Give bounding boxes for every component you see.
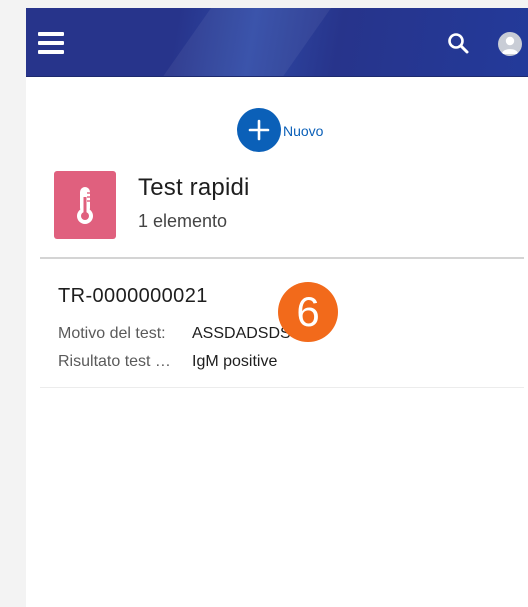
new-record-button[interactable] [237,108,281,152]
hamburger-menu-icon[interactable] [38,32,66,54]
step-number-badge: 6 [278,282,338,342]
record-field-result: Risultato test … IgM positive [58,353,277,371]
new-record-action[interactable]: Nuovo [237,107,323,153]
thermometer-icon [54,171,116,239]
field-label: Risultato test … [58,353,171,370]
plus-icon [248,119,270,141]
app-header [26,8,528,77]
field-label: Motivo del test: [58,325,166,342]
field-value: ASSDADSDS [192,325,291,342]
record-id-link[interactable]: TR-0000000021 [58,285,208,308]
search-icon[interactable] [446,31,470,55]
list-title: Test rapidi [138,174,250,201]
left-gutter [0,0,26,607]
mobile-app-view: Nuovo Test rapidi 1 elemento TR-00000000… [26,8,528,607]
record-field-reason: Motivo del test: ASSDADSDS [58,325,291,343]
user-avatar-icon[interactable] [498,32,522,56]
field-value: IgM positive [192,353,278,370]
list-item-count: 1 elemento [138,211,228,231]
new-record-label[interactable]: Nuovo [283,123,323,139]
